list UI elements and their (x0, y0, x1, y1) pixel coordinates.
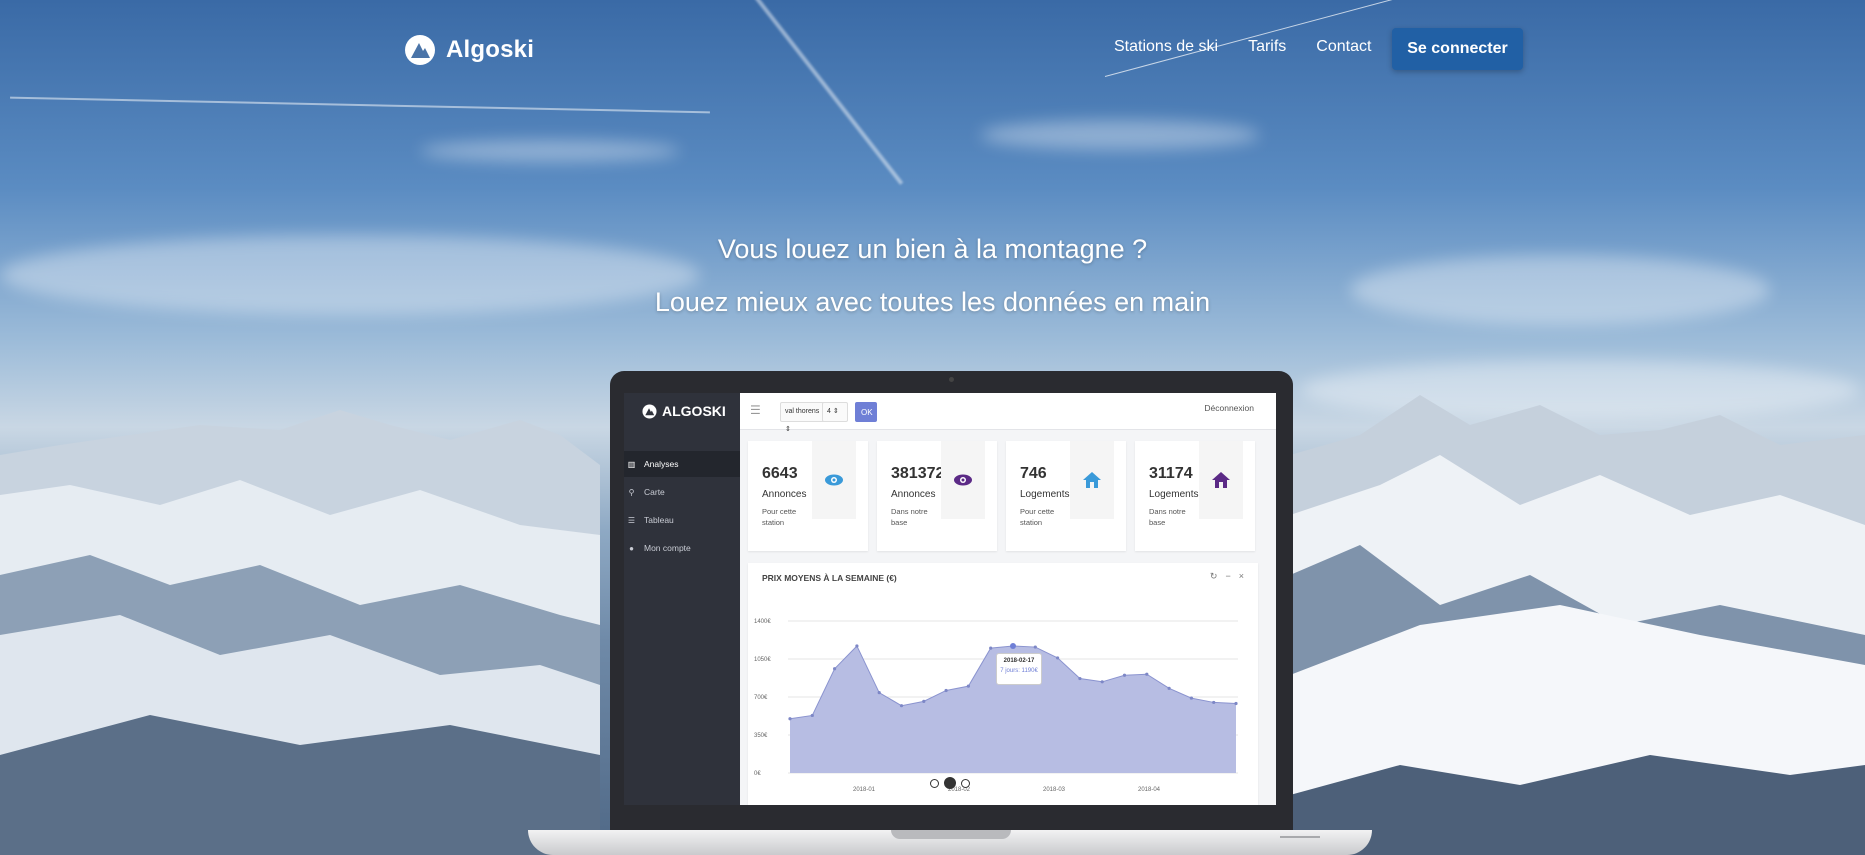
carousel-dot[interactable] (930, 778, 939, 788)
y-tick-label: 700€ (754, 695, 768, 701)
user-icon: ● (629, 543, 634, 553)
eye-icon (825, 474, 843, 486)
tooltip-date: 2018-02-17 (1003, 658, 1035, 664)
laptop-mockup: ALGOSKI ▥ Analyses ⚲ Carte ☰ Tableau ● M… (610, 371, 1293, 831)
house-icon (1212, 472, 1230, 488)
sidebar-item-carte[interactable]: ⚲ Carte (624, 479, 740, 505)
stat-label: Logements (1020, 489, 1070, 500)
data-point[interactable] (855, 644, 859, 648)
stat-value: 31174 (1149, 465, 1193, 482)
nav-link-contact[interactable]: Contact (1316, 38, 1371, 56)
dashboard-brand: ALGOSKI (662, 403, 726, 419)
laptop-grip (1280, 836, 1320, 838)
data-point[interactable] (922, 699, 926, 703)
dashboard-screenshot: ALGOSKI ▥ Analyses ⚲ Carte ☰ Tableau ● M… (624, 393, 1276, 805)
hero-subheadline: Louez mieux avec toutes les données en m… (654, 287, 1211, 317)
data-point[interactable] (1212, 700, 1216, 705)
data-point[interactable] (1033, 645, 1037, 649)
stat-label: Logements (1149, 489, 1199, 500)
x-tick-label: 2018-04 (1138, 787, 1161, 793)
dashboard-topbar: ☰ val thorens ⇕ 4 ⇕ OK Déconnexion (740, 393, 1276, 433)
list-icon: ☰ (627, 515, 636, 525)
hero-headline: Vous louez un bien à la montagne ? (717, 234, 1148, 264)
stat-sub: Dans notre base (1149, 507, 1186, 527)
data-point[interactable] (788, 717, 792, 721)
data-point[interactable] (1234, 701, 1238, 706)
dashboard-logo: ALGOSKI (642, 403, 726, 419)
station-select[interactable]: val thorens ⇕ (780, 402, 828, 433)
mountain-logo-icon (642, 403, 657, 419)
login-button[interactable]: Se connecter (1392, 28, 1523, 70)
stat-card: 6643 Annonces Pour cette station (748, 441, 868, 551)
stat-sub: Pour cette station (1020, 507, 1055, 527)
data-point[interactable] (1167, 686, 1171, 690)
sidebar-item-tableau[interactable]: ☰ Tableau (624, 507, 740, 533)
data-point[interactable] (1056, 656, 1060, 660)
laptop-camera (949, 377, 954, 382)
data-point[interactable] (877, 691, 881, 695)
data-point[interactable] (966, 684, 970, 688)
data-point[interactable] (1078, 676, 1082, 681)
tooltip-value: 7 jours: 1190€ (1000, 668, 1038, 674)
data-point[interactable] (944, 688, 948, 693)
data-point[interactable] (989, 646, 993, 650)
dashboard-sidebar: ALGOSKI ▥ Analyses ⚲ Carte ☰ Tableau ● M… (624, 393, 740, 805)
x-tick-label: 2018-03 (1043, 787, 1066, 793)
mountain-logo-icon (405, 35, 435, 65)
nav-link-tarifs[interactable]: Tarifs (1248, 38, 1286, 56)
house-icon (1083, 472, 1101, 488)
price-chart-panel: PRIX MOYENS À LA SEMAINE (€) ↻ − × 1400€… (748, 563, 1258, 805)
y-tick-label: 0€ (754, 771, 761, 777)
logout-link[interactable]: Déconnexion (1204, 403, 1254, 413)
data-point[interactable] (899, 704, 904, 708)
brand-logo[interactable]: Algoski (404, 34, 534, 66)
data-point[interactable] (810, 713, 814, 718)
stat-sub: Dans notre base (891, 507, 928, 527)
data-point[interactable] (833, 667, 837, 671)
stat-value: 6643 (762, 465, 798, 482)
data-point[interactable] (1145, 672, 1149, 676)
stat-card: 381372 Annonces Dans notre base (877, 441, 997, 551)
y-tick-label: 1400€ (754, 619, 771, 625)
chart-tooltip: 2018-02-17 7 jours: 1190€ (996, 653, 1042, 685)
stat-label: Annonces (891, 489, 936, 500)
nav-links: Stations de ski Tarifs Contact (1114, 38, 1371, 56)
hamburger-menu-icon[interactable]: ☰ (750, 403, 761, 417)
stat-value: 746 (1020, 465, 1047, 482)
top-navigation: Algoski Stations de ski Tarifs Contact S… (0, 0, 1865, 100)
eye-icon (954, 474, 972, 486)
carousel-dot[interactable] (961, 778, 970, 788)
data-point[interactable] (1189, 696, 1193, 700)
laptop-notch (891, 830, 1011, 839)
data-point[interactable] (1010, 642, 1016, 649)
sidebar-item-mon-compte[interactable]: ● Mon compte (624, 535, 740, 561)
ok-button[interactable]: OK (855, 402, 877, 422)
map-pin-icon: ⚲ (628, 487, 635, 497)
x-tick-label: 2018-01 (853, 787, 876, 793)
stat-card: 31174 Logements Dans notre base (1135, 441, 1255, 551)
carousel-dot-active[interactable] (944, 777, 956, 789)
people-select[interactable]: 4 ⇕ (822, 402, 848, 422)
y-tick-label: 1050€ (754, 657, 771, 663)
laptop-base (528, 830, 1372, 855)
stat-sub: Pour cette station (762, 507, 797, 527)
stat-value: 381372 (891, 465, 945, 482)
stat-card: 746 Logements Pour cette station (1006, 441, 1126, 551)
data-point[interactable] (1122, 673, 1127, 677)
carousel-indicators (930, 777, 970, 789)
sidebar-item-analyses[interactable]: ▥ Analyses (624, 451, 740, 477)
stat-label: Annonces (762, 489, 807, 500)
y-tick-label: 350€ (754, 733, 768, 739)
bar-chart-icon: ▥ (627, 459, 636, 469)
brand-name: Algoski (446, 36, 535, 63)
nav-link-stations[interactable]: Stations de ski (1114, 38, 1218, 56)
data-point[interactable] (1100, 680, 1104, 684)
